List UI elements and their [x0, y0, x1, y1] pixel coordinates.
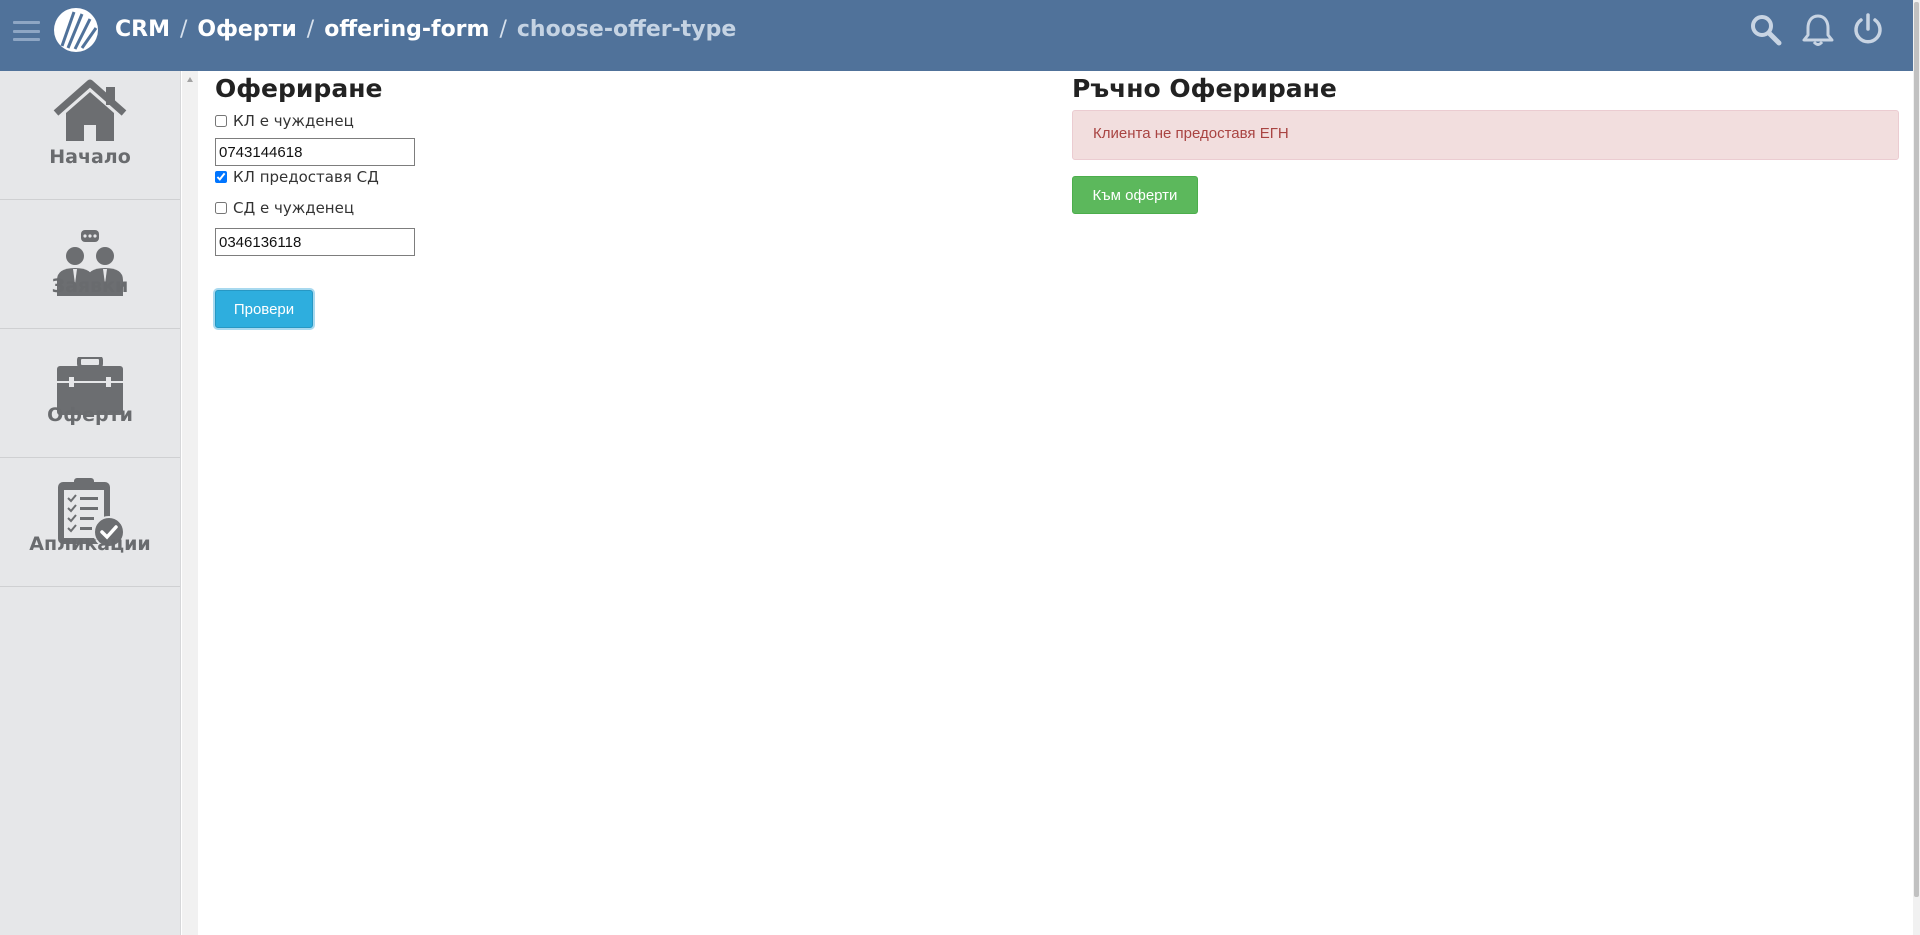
sidebar-item-label: Апликации [29, 533, 151, 555]
breadcrumb-offers[interactable]: Оферти [197, 17, 296, 42]
to-offers-button[interactable]: Към оферти [1072, 176, 1198, 214]
breadcrumb: CRM / Оферти / offering-form / choose-of… [115, 14, 736, 44]
page-scrollbar-thumb[interactable] [1914, 2, 1919, 897]
offering-title: Офериране [215, 74, 383, 103]
page-scrollbar[interactable] [1913, 0, 1920, 935]
scroll-up-arrow-icon[interactable] [187, 77, 193, 82]
content-scrollbar[interactable] [182, 71, 198, 935]
sidebar-item-label: Заявки [51, 275, 129, 297]
cd-foreign-row: СД е чужденец [215, 197, 815, 219]
sidebar-item-offers[interactable]: Оферти [0, 329, 180, 458]
breadcrumb-offering-form[interactable]: offering-form [324, 17, 489, 42]
breadcrumb-separator: / [499, 16, 507, 42]
cd-foreign-checkbox[interactable] [215, 202, 227, 214]
breadcrumb-current: choose-offer-type [516, 16, 737, 42]
alert-message: Клиента не предоставя ЕГН [1072, 110, 1899, 160]
manual-offering-panel: Ръчно Офериране Клиента не предоставя ЕГ… [1072, 72, 1899, 214]
client-id-input[interactable] [215, 138, 415, 166]
cd-foreign-label[interactable]: СД е чужденец [233, 199, 354, 217]
power-icon[interactable] [1850, 12, 1886, 48]
offering-panel: Офериране КЛ е чужденец КЛ предоставя СД… [215, 72, 815, 328]
provides-cd-checkbox[interactable] [215, 171, 227, 183]
home-icon [53, 79, 127, 141]
breadcrumb-separator: / [306, 16, 315, 42]
client-foreign-checkbox[interactable] [215, 115, 227, 127]
client-foreign-row: КЛ е чужденец [215, 110, 815, 132]
sidebar-item-label: Начало [49, 146, 131, 168]
manual-offering-title: Ръчно Офериране [1072, 74, 1337, 103]
check-button[interactable]: Провери [215, 290, 313, 328]
client-foreign-label[interactable]: КЛ е чужденец [233, 112, 354, 130]
cd-id-input[interactable] [215, 228, 415, 256]
top-navbar: CRM / Оферти / offering-form / choose-of… [0, 0, 1920, 71]
menu-icon[interactable] [13, 21, 40, 41]
sidebar-item-requests[interactable]: Заявки [0, 200, 180, 329]
provides-cd-row: КЛ предоставя СД [215, 166, 815, 188]
breadcrumb-separator: / [179, 16, 188, 42]
sidebar-item-applications[interactable]: Апликации [0, 458, 180, 587]
sidebar-item-home[interactable]: Начало [0, 71, 180, 200]
logo[interactable] [52, 6, 100, 54]
sidebar-item-label: Оферти [47, 404, 133, 426]
bell-icon[interactable] [1800, 12, 1836, 48]
breadcrumb-crm[interactable]: CRM [115, 17, 170, 42]
provides-cd-label[interactable]: КЛ предоставя СД [233, 168, 379, 186]
sidebar: Начало Заявки Оферти Апликации [0, 71, 181, 935]
search-icon[interactable] [1748, 12, 1784, 48]
